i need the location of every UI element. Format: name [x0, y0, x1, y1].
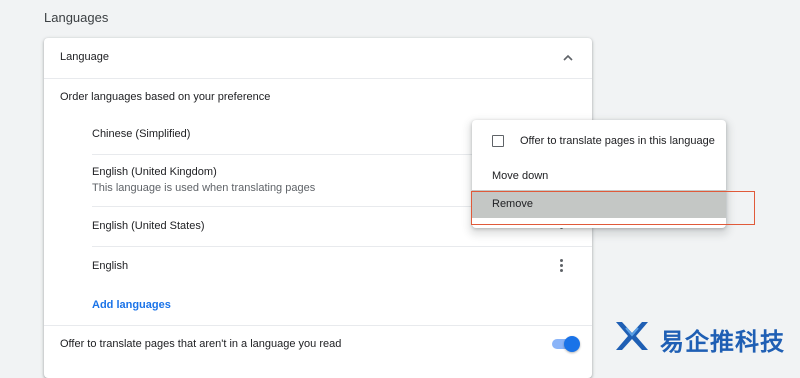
watermark: 易企推科技 — [612, 316, 792, 356]
language-header-title: Language — [60, 51, 109, 63]
remove-highlight-box — [471, 191, 755, 225]
more-vert-icon[interactable] — [553, 258, 569, 274]
watermark-text: 易企推科技 — [660, 328, 785, 356]
toggle-knob — [564, 336, 580, 352]
row-divider — [92, 246, 592, 247]
brand-logo-icon — [616, 322, 648, 350]
language-header[interactable]: Language — [44, 38, 592, 78]
language-note: This language is used when translating p… — [92, 182, 316, 194]
offer-translate-menu-label: Offer to translate pages in this languag… — [520, 135, 715, 147]
order-languages-label: Order languages based on your preference — [60, 91, 271, 103]
header-divider — [44, 78, 592, 79]
language-row: English — [92, 258, 576, 286]
section-title: Languages — [44, 10, 109, 25]
language-name: Chinese (Simplified) — [92, 128, 191, 140]
add-languages-button[interactable]: Add languages — [92, 299, 171, 311]
offer-translate-menu-item[interactable]: Offer to translate pages in this languag… — [472, 120, 726, 162]
offer-translate-label: Offer to translate pages that aren't in … — [60, 338, 342, 350]
bottom-divider — [44, 325, 592, 326]
language-name: English (United States) — [92, 220, 205, 232]
offer-translate-toggle[interactable] — [550, 336, 580, 352]
move-down-menu-item[interactable]: Move down — [472, 162, 726, 190]
checkbox-icon[interactable] — [492, 135, 504, 147]
move-down-label: Move down — [492, 170, 549, 182]
language-name: English — [92, 260, 129, 272]
language-name: English (United Kingdom) — [92, 166, 217, 178]
chevron-up-icon[interactable] — [562, 52, 574, 64]
